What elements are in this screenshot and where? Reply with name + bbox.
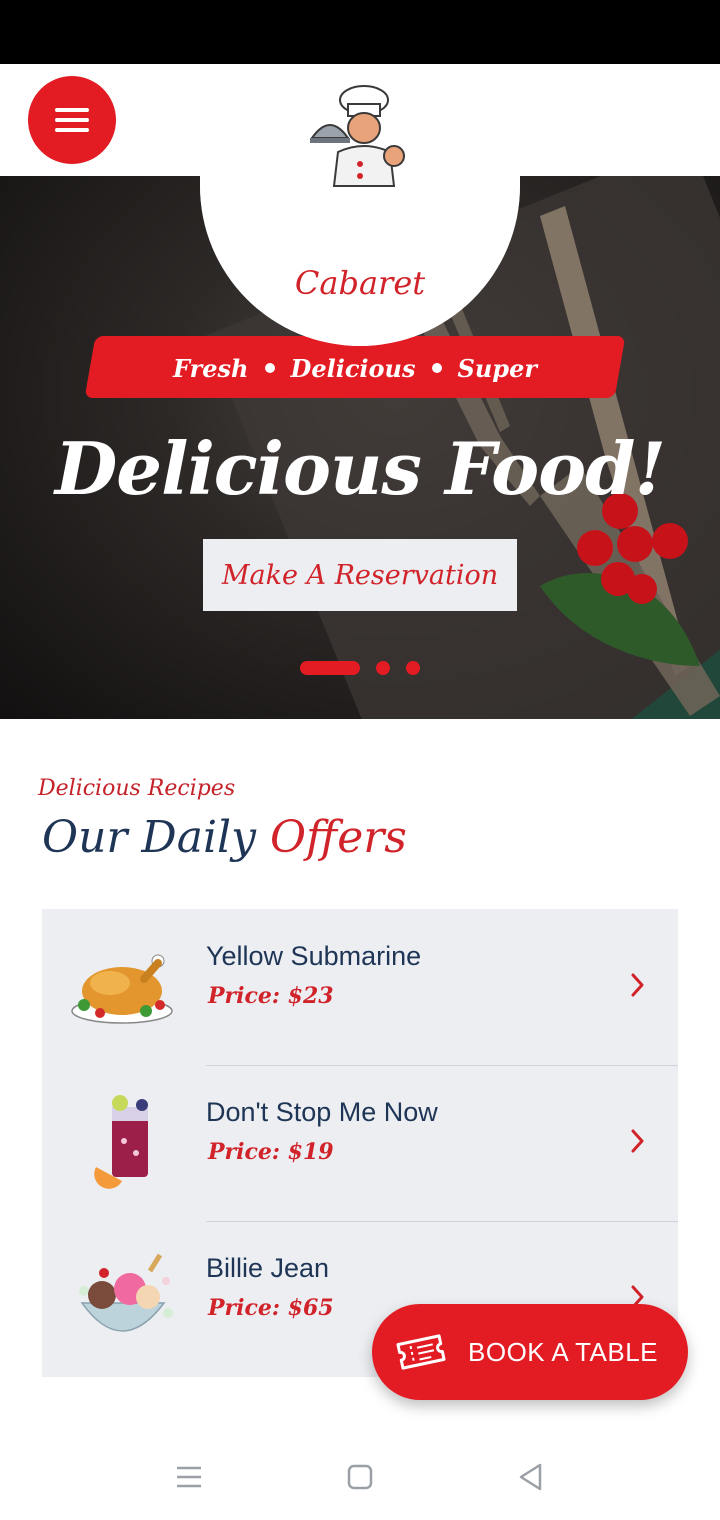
ticket-icon	[396, 1334, 446, 1370]
section-eyebrow: Delicious Recipes	[38, 776, 236, 801]
section-title: Our Daily Offers	[42, 812, 407, 863]
hamburger-icon	[55, 108, 89, 112]
slider-dot-active[interactable]	[300, 661, 360, 675]
offer-item[interactable]: Yellow Submarine Price: $23	[42, 909, 678, 1065]
chef-icon	[310, 85, 405, 187]
brand-name: Cabaret	[294, 264, 426, 302]
tagline-item: Delicious	[290, 353, 416, 383]
offer-price: Price: $65	[208, 1295, 334, 1321]
chevron-right-icon[interactable]	[630, 1127, 646, 1155]
menu-icon[interactable]	[174, 1462, 204, 1492]
chevron-right-icon[interactable]	[630, 971, 646, 999]
offer-price: Price: $19	[208, 1139, 334, 1165]
roast-chicken-icon	[71, 954, 173, 1024]
offer-price: Price: $23	[208, 983, 334, 1009]
status-bar	[0, 0, 720, 64]
system-nav-bar	[0, 1430, 720, 1520]
drink-icon	[94, 1095, 148, 1189]
back-icon[interactable]	[516, 1462, 546, 1492]
offer-name: Yellow Submarine	[206, 941, 422, 971]
book-table-label: BOOK A TABLE	[468, 1336, 659, 1367]
ice-cream-icon	[79, 1253, 173, 1332]
make-reservation-button[interactable]: Make A Reservation	[203, 539, 517, 611]
offer-item[interactable]: Don't Stop Me Now Price: $19	[42, 1065, 678, 1221]
book-table-button[interactable]: BOOK A TABLE	[372, 1304, 688, 1400]
tagline-item: Fresh	[173, 353, 249, 383]
slider-dots	[300, 661, 420, 675]
slider-dot[interactable]	[376, 661, 390, 675]
offer-name: Billie Jean	[206, 1253, 330, 1283]
offer-name: Don't Stop Me Now	[206, 1097, 438, 1127]
slider-dot[interactable]	[406, 661, 420, 675]
hero-title: Delicious Food!	[54, 426, 666, 511]
tagline: Fresh Delicious Super	[90, 346, 620, 390]
menu-button[interactable]	[28, 76, 116, 164]
tagline-item: Super	[457, 353, 537, 383]
home-icon[interactable]	[345, 1462, 375, 1492]
